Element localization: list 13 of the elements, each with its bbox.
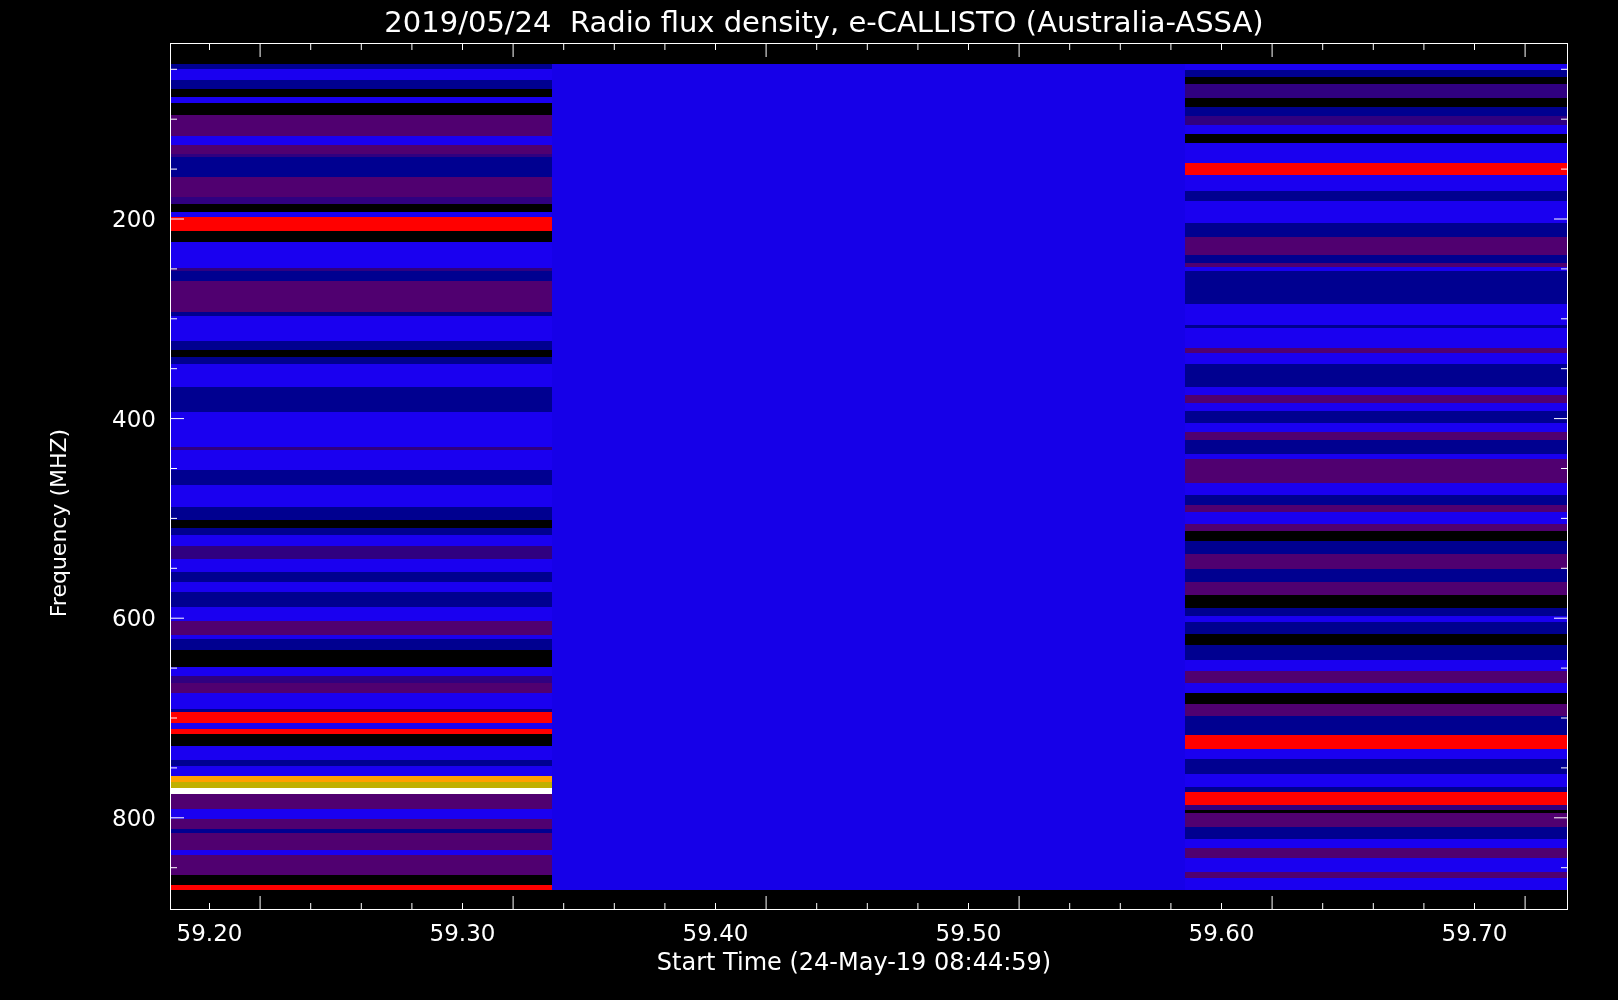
y-tick-label: 200 xyxy=(112,206,156,232)
x-tick-label: 59.50 xyxy=(935,920,1002,946)
x-tick-label: 59.40 xyxy=(682,920,749,946)
x-tick-label: 59.20 xyxy=(176,920,243,946)
y-tick-label: 800 xyxy=(112,804,156,831)
y-tick-label: 400 xyxy=(112,405,156,432)
x-tick-label: 59.30 xyxy=(429,920,496,946)
y-axis-label: Frequency (MHZ) xyxy=(45,428,71,618)
x-tick-label: 59.60 xyxy=(1188,920,1255,946)
chart-title: 2019/05/24 Radio flux density, e-CALLISTO (Australia-ASSA) xyxy=(383,3,1265,41)
x-axis-label: Start Time (24-May-19 08:44:59) xyxy=(655,948,1053,976)
x-tick-label: 59.70 xyxy=(1441,920,1508,946)
y-tick-label: 600 xyxy=(112,605,156,631)
